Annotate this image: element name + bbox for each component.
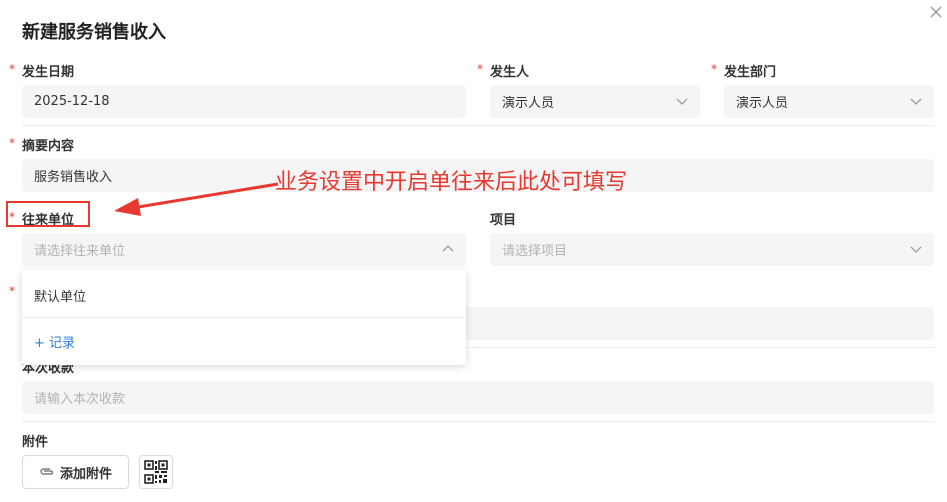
dept-select[interactable]: 演示人员 [724, 85, 934, 118]
date-value: 2025-12-18 [34, 94, 110, 109]
person-value: 演示人员 [502, 96, 555, 111]
paperclip-icon [40, 468, 54, 475]
person-select[interactable]: 演示人员 [490, 85, 700, 118]
annotation-text: 业务设置中开启单往来后此处可填写 [275, 170, 628, 195]
chevron-down-icon [910, 98, 922, 105]
add-record-link[interactable]: + 记录 [34, 332, 75, 351]
annotation-highlight-box [6, 201, 90, 227]
required-mark: * [9, 136, 15, 150]
counterparty-dropdown: 默认单位 + 记录 [22, 270, 466, 365]
project-placeholder: 请选择项目 [502, 244, 568, 259]
dropdown-divider [22, 317, 466, 318]
chevron-down-icon [910, 246, 922, 253]
required-mark: * [477, 62, 483, 76]
chevron-up-icon [442, 245, 454, 252]
dropdown-item[interactable]: 默认单位 [34, 286, 86, 305]
counterparty-select[interactable]: 请选择往来单位 [22, 233, 466, 266]
required-mark: * [711, 62, 717, 76]
chevron-down-icon [676, 98, 688, 105]
attachment-label: 附件 [22, 435, 49, 450]
close-icon[interactable] [928, 4, 944, 20]
dept-value: 演示人员 [736, 96, 789, 111]
receipt-input[interactable]: 请输入本次收款 [22, 381, 934, 414]
required-mark: * [9, 284, 15, 298]
summary-value: 服务销售收入 [34, 170, 113, 185]
date-label: 发生日期 [22, 65, 75, 80]
summary-label: 摘要内容 [22, 139, 75, 154]
qr-code-icon [144, 460, 168, 484]
qr-code-button[interactable] [139, 455, 173, 489]
add-attachment-button[interactable]: 添加附件 [22, 455, 129, 489]
project-label: 项目 [490, 213, 517, 228]
divider [22, 421, 934, 422]
required-mark: * [9, 62, 15, 76]
dialog-title: 新建服务销售收入 [22, 22, 166, 43]
add-attachment-label: 添加附件 [59, 466, 112, 482]
project-select[interactable]: 请选择项目 [490, 233, 934, 266]
receipt-placeholder: 请输入本次收款 [34, 392, 126, 407]
dept-label: 发生部门 [724, 65, 777, 80]
person-label: 发生人 [490, 65, 530, 80]
counterparty-placeholder: 请选择往来单位 [34, 244, 126, 259]
date-field[interactable]: 2025-12-18 [22, 85, 466, 118]
annotation-arrow [114, 182, 279, 216]
divider [22, 125, 934, 126]
